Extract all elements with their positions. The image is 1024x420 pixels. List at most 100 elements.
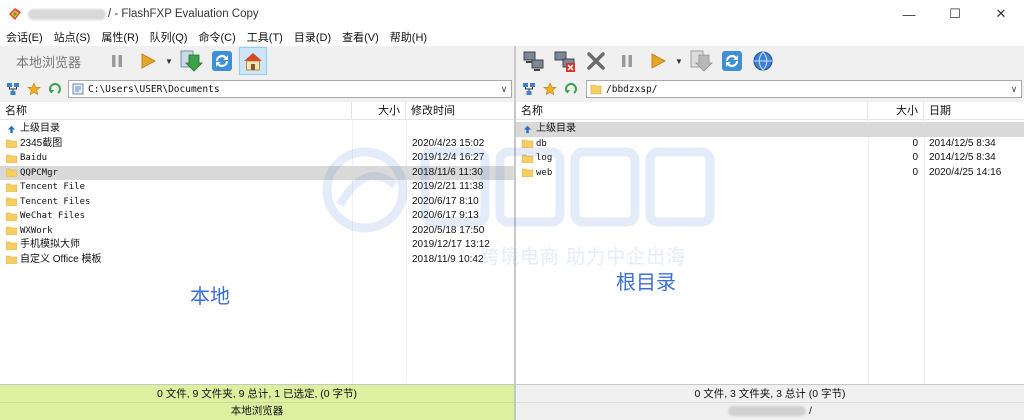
maximize-button[interactable]: ☐ <box>932 0 978 28</box>
menu-view[interactable]: 查看(V) <box>336 29 384 45</box>
abort-button[interactable] <box>582 47 610 75</box>
local-file-list[interactable]: 名称 大小 修改时间 上级目录 2345截图 2020/4/23 15:02 B… <box>0 102 514 384</box>
remote-transfer-button[interactable] <box>644 47 672 75</box>
menu-help[interactable]: 帮助(H) <box>384 29 432 45</box>
local-up-button[interactable] <box>47 81 63 97</box>
remote-status-bar: 0 文件, 3 文件夹, 3 总计 (0 字节) / <box>516 384 1024 420</box>
local-toolbar: 本地浏览器 ▼ <box>0 46 514 76</box>
folder-icon <box>522 169 533 178</box>
list-item[interactable]: Baidu 2019/12/4 16:27 <box>0 151 514 166</box>
file-size: 0 <box>912 166 918 178</box>
remote-pause-button[interactable] <box>613 47 641 75</box>
list-item[interactable]: 手机模拟大师 2019/12/17 13:12 <box>0 238 514 253</box>
folder-icon <box>6 241 17 250</box>
list-item[interactable]: Tencent Files 2020/6/17 8:10 <box>0 195 514 210</box>
remote-path-combo[interactable]: /bbdzxsp/ ∨ <box>586 80 1022 98</box>
home-button[interactable] <box>239 47 268 75</box>
list-item-selected[interactable]: QQPCMgr 2018/11/6 11:30 <box>0 165 514 180</box>
file-name: Tencent File <box>20 182 86 192</box>
remote-refresh-button[interactable] <box>718 47 746 75</box>
file-name: 上级目录 <box>536 123 576 134</box>
file-name: Baidu <box>20 153 48 163</box>
list-item[interactable]: 上级目录 <box>0 122 514 137</box>
list-item[interactable]: 2345截图 2020/4/23 15:02 <box>0 137 514 152</box>
list-item[interactable]: db 0 2014/12/5 8:34 <box>516 137 1024 152</box>
menu-options[interactable]: 属性(R) <box>95 29 143 45</box>
remote-col-date[interactable]: 日期 <box>924 102 1024 120</box>
minimize-button[interactable]: — <box>886 0 932 28</box>
file-date: 2020/4/25 14:16 <box>929 166 1002 178</box>
title-bar: / - FlashFXP Evaluation Copy — ☐ ✕ <box>0 0 1024 28</box>
list-item[interactable]: web 0 2020/4/25 14:16 <box>516 166 1024 181</box>
remote-col-name[interactable]: 名称 <box>516 102 868 120</box>
list-item[interactable]: log 0 2014/12/5 8:34 <box>516 151 1024 166</box>
file-date: 2020/4/23 15:02 <box>412 137 485 149</box>
star-icon <box>27 82 41 96</box>
file-name: Tencent Files <box>20 196 91 207</box>
local-col-name[interactable]: 名称 <box>0 102 352 120</box>
menu-tools[interactable]: 工具(T) <box>241 29 288 45</box>
file-name: db <box>536 138 547 149</box>
file-name: 自定义 Office 模板 <box>20 253 102 265</box>
download-arrow-icon <box>180 50 203 72</box>
list-item-selected[interactable]: 上级目录 <box>516 122 1024 137</box>
close-button[interactable]: ✕ <box>978 0 1024 28</box>
local-col-size[interactable]: 大小 <box>352 102 406 120</box>
parent-directory-icon <box>7 125 16 133</box>
list-item[interactable]: WXWork 2020/5/18 17:50 <box>0 224 514 239</box>
pause-button[interactable] <box>103 47 131 75</box>
menu-commands[interactable]: 命令(C) <box>193 29 241 45</box>
local-site-tree-button[interactable] <box>5 81 21 97</box>
folder-icon <box>522 140 533 149</box>
transfer-button[interactable] <box>134 47 162 75</box>
play-icon <box>651 53 666 69</box>
remote-status-path: / <box>809 405 812 417</box>
file-date: 2014/12/5 8:34 <box>929 137 996 149</box>
menu-session[interactable]: 会话(E) <box>0 29 48 45</box>
remote-up-button[interactable] <box>563 81 579 97</box>
menu-sites[interactable]: 站点(S) <box>48 29 96 45</box>
file-name: log <box>536 153 553 163</box>
upload-disabled-icon <box>690 50 713 72</box>
local-column-header: 名称 大小 修改时间 <box>0 102 514 120</box>
remote-status-host: / <box>516 403 1024 420</box>
remote-col-size[interactable]: 大小 <box>868 102 924 120</box>
list-item[interactable]: WeChat Files 2020/6/17 9:13 <box>0 209 514 224</box>
folder-icon <box>6 227 17 236</box>
file-name: 2345截图 <box>20 137 63 149</box>
file-date: 2018/11/9 10:42 <box>412 253 484 265</box>
host-redacted <box>728 406 807 417</box>
remote-transfer-dropdown[interactable]: ▼ <box>675 47 683 75</box>
menu-directory[interactable]: 目录(D) <box>288 29 336 45</box>
connect-computers-icon <box>523 51 544 71</box>
folder-icon <box>590 84 602 95</box>
globe-button[interactable] <box>749 47 777 75</box>
upload-button[interactable] <box>687 47 715 75</box>
x-icon <box>587 52 605 70</box>
local-path-bar: C:\Users\USER\Documents ∨ <box>0 78 514 100</box>
download-button[interactable] <box>177 47 205 75</box>
refresh-icon <box>722 51 742 71</box>
local-path-combo[interactable]: C:\Users\USER\Documents ∨ <box>68 80 512 98</box>
chevron-down-icon[interactable]: ∨ <box>1007 84 1021 95</box>
transfer-dropdown[interactable]: ▼ <box>165 47 173 75</box>
list-item[interactable]: 自定义 Office 模板 2018/11/9 10:42 <box>0 253 514 268</box>
list-item[interactable]: Tencent File 2019/2/21 11:38 <box>0 180 514 195</box>
remote-site-tree-button[interactable] <box>521 81 537 97</box>
remote-favorites-button[interactable] <box>542 81 558 97</box>
remote-file-list[interactable]: 名称 大小 日期 上级目录 db 0 2014/12/5 8:34 log 0 … <box>516 102 1024 384</box>
remote-pane: ▼ /bbdzxsp/ ∨ 名称 大小 日期 上级目录 db 0 2014/12… <box>516 46 1024 420</box>
remote-column-header: 名称 大小 日期 <box>516 102 1024 120</box>
home-icon <box>244 53 263 71</box>
local-col-modified[interactable]: 修改时间 <box>406 102 514 120</box>
document-folder-icon <box>72 83 84 95</box>
refresh-button[interactable] <box>208 47 236 75</box>
disconnect-button[interactable] <box>551 47 579 75</box>
local-favorites-button[interactable] <box>26 81 42 97</box>
connect-button[interactable] <box>520 47 548 75</box>
local-browser-label[interactable]: 本地浏览器 <box>16 52 81 71</box>
chevron-down-icon[interactable]: ∨ <box>497 84 511 95</box>
local-status-summary: 0 文件, 9 文件夹, 9 总计, 1 已选定, (0 字节) <box>0 385 514 403</box>
menu-queue[interactable]: 队列(Q) <box>144 29 193 45</box>
parent-directory-icon <box>523 125 532 133</box>
